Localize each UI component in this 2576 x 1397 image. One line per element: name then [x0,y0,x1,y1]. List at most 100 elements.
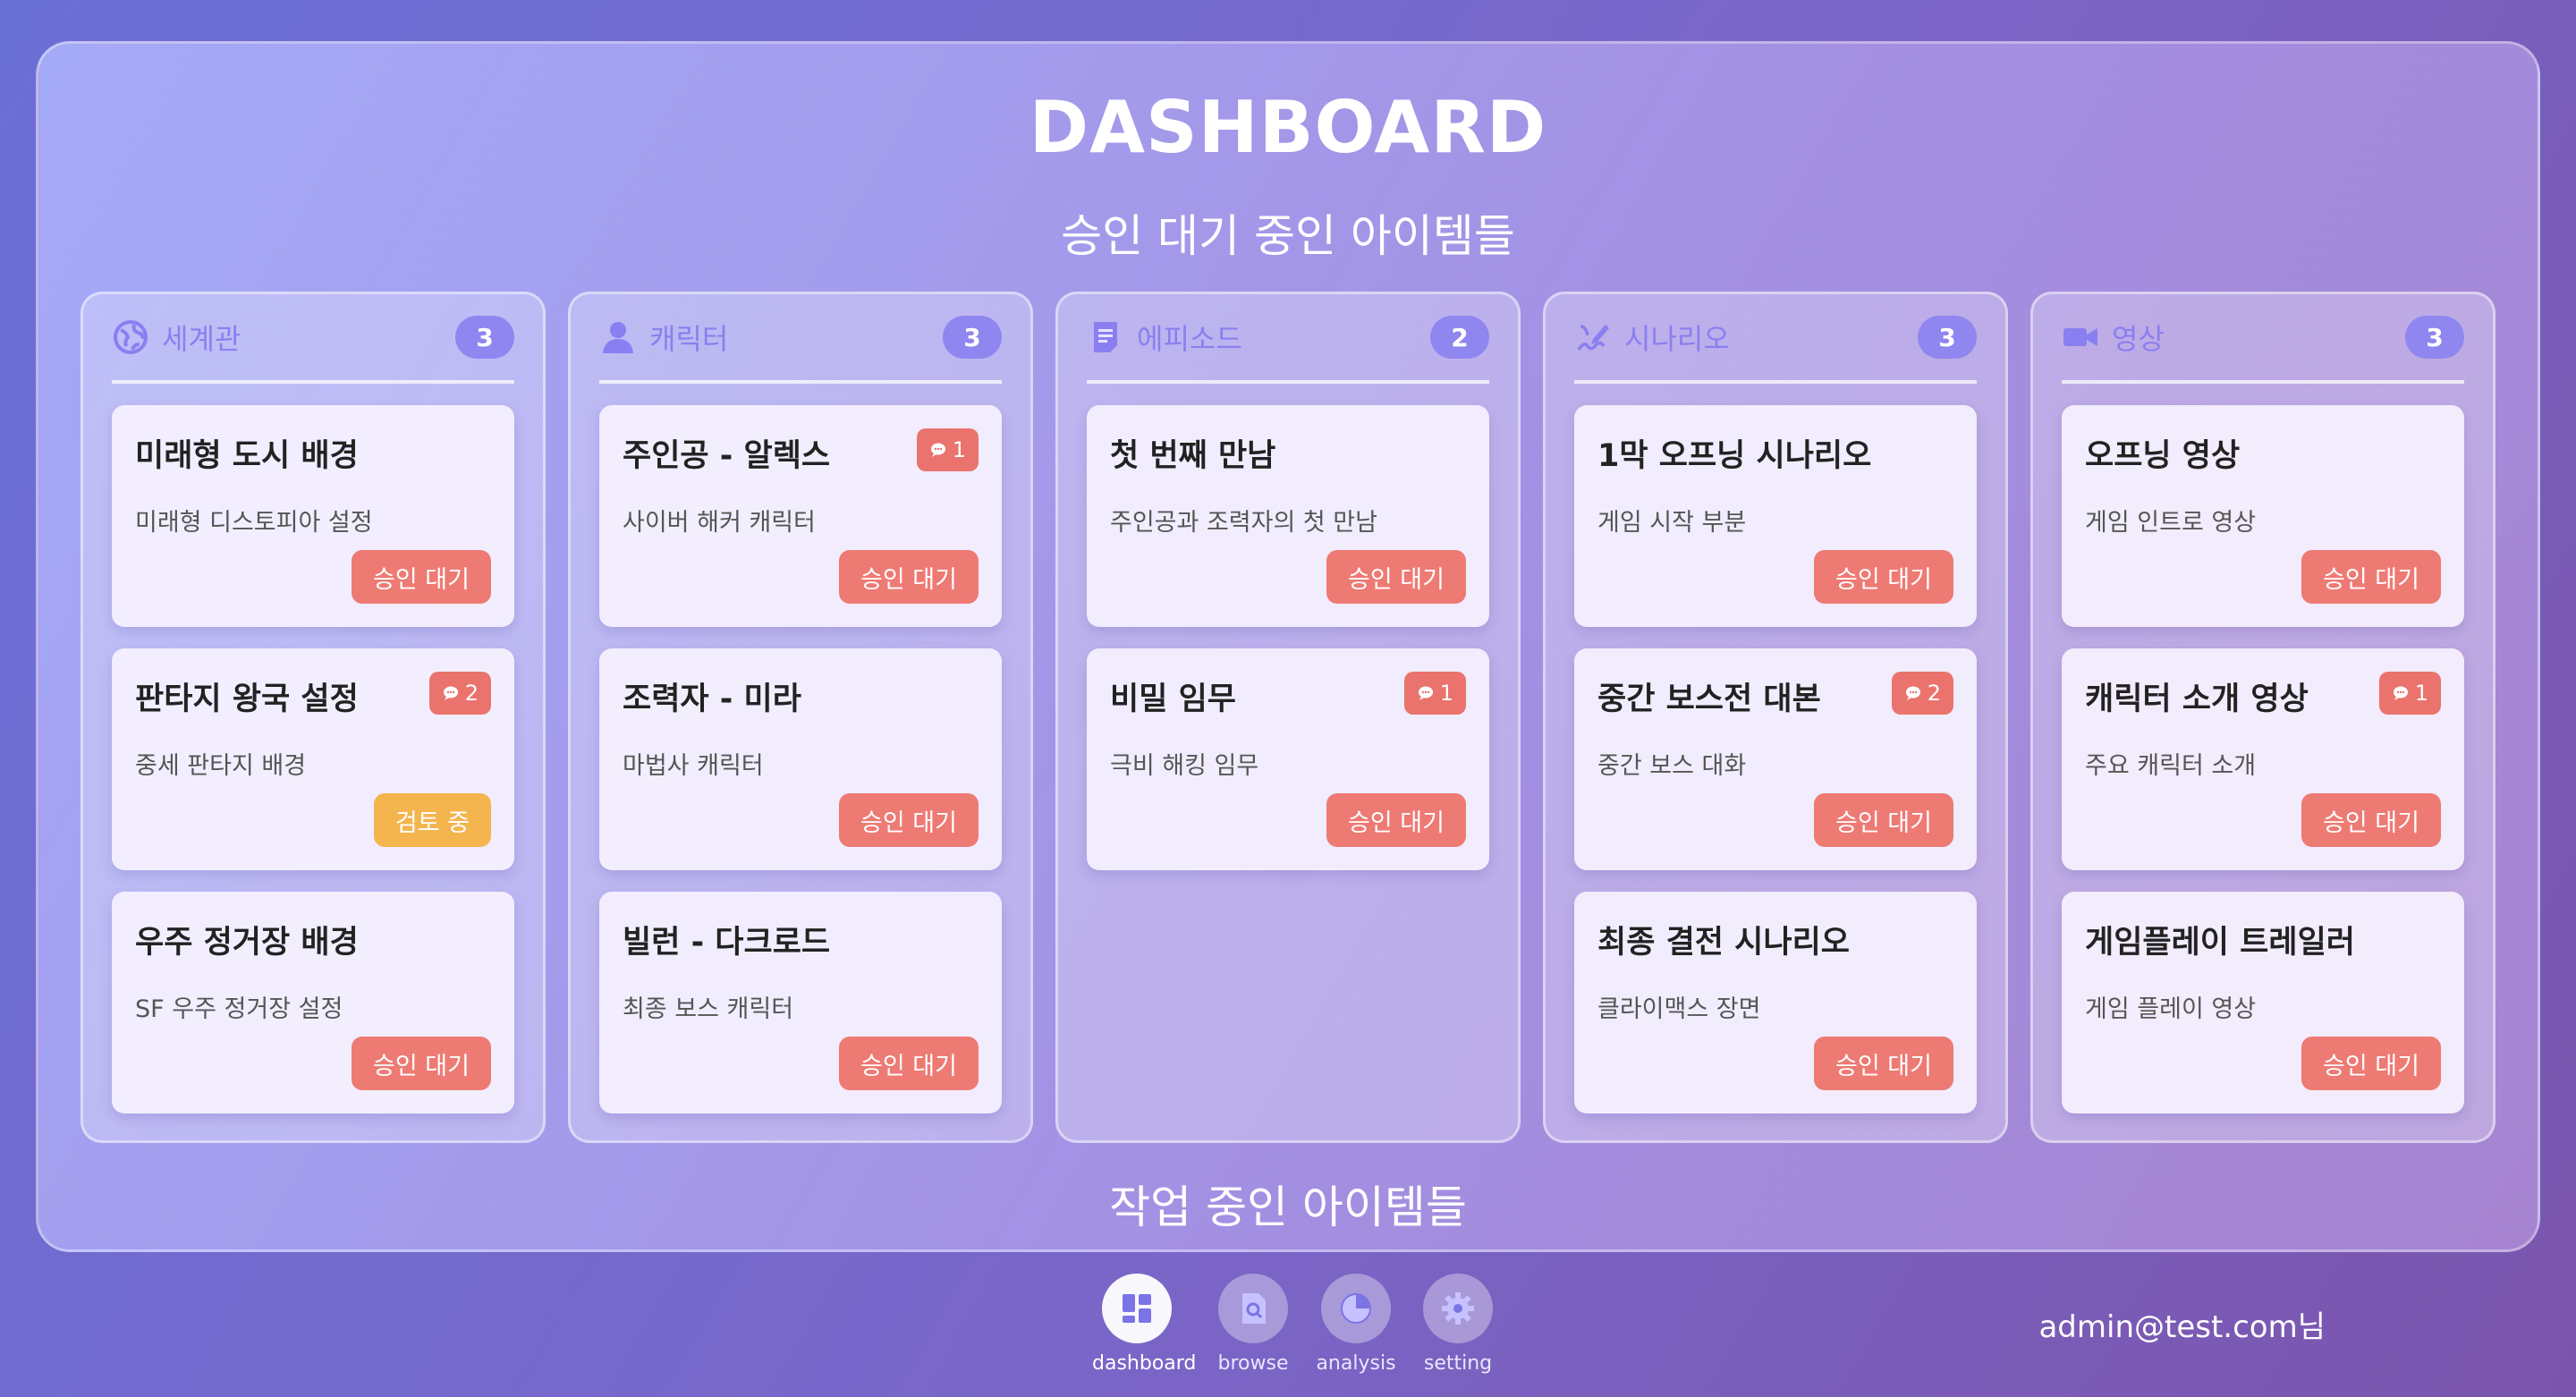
card-description: 주요 캐릭터 소개 [2085,752,2257,780]
status-badge[interactable]: 승인 대기 [352,1037,491,1090]
column-header: 캐릭터 3 [599,294,1002,384]
column-title: 세계관 [162,322,242,356]
card-description: 중세 판타지 배경 [135,752,307,780]
status-badge[interactable]: 승인 대기 [1326,793,1466,847]
nav-label: analysis [1316,1352,1396,1375]
card-title: 빌런 - 다크로드 [623,925,831,961]
card-description: 게임 인트로 영상 [2085,509,2257,537]
status-badge[interactable]: 승인 대기 [2301,793,2441,847]
column-count-badge: 3 [943,316,1002,359]
card-title: 1막 오프닝 시나리오 [1597,438,1872,474]
chat-icon [930,443,945,457]
nav-setting[interactable]: setting [1413,1274,1503,1375]
comment-count-badge[interactable]: 2 [428,672,491,715]
item-card[interactable]: 우주 정거장 배경 SF 우주 정거장 설정 승인 대기 [112,892,514,1113]
card-title: 조력자 - 미라 [623,682,801,717]
column-video: 영상 3 오프닝 영상 게임 인트로 영상 승인 대기 캐릭터 소개 영상 1 … [2030,292,2496,1143]
card-description: 클라이맥스 장면 [1597,995,1761,1023]
item-card[interactable]: 미래형 도시 배경 미래형 디스토피아 설정 승인 대기 [112,405,514,627]
card-description: 미래형 디스토피아 설정 [135,509,373,537]
item-card[interactable]: 게임플레이 트레일러 게임 플레이 영상 승인 대기 [2062,892,2464,1113]
card-description: 게임 플레이 영상 [2085,995,2257,1023]
page-title: DASHBOARD [1029,86,1547,169]
item-card[interactable]: 주인공 - 알렉스 1 사이버 해커 캐릭터 승인 대기 [599,405,1002,627]
item-card[interactable]: 판타지 왕국 설정 2 중세 판타지 배경 검토 중 [112,648,514,870]
column-title: 영상 [2112,322,2165,356]
chat-icon [1905,686,1920,700]
person-icon [599,318,637,356]
column-episode: 에피소드 2 첫 번째 만남 주인공과 조력자의 첫 만남 승인 대기 비밀 임… [1055,292,1521,1143]
item-card[interactable]: 빌런 - 다크로드 최종 보스 캐릭터 승인 대기 [599,892,1002,1113]
card-title: 오프닝 영상 [2085,438,2241,474]
globe-icon [112,318,149,356]
column-scenario: 시나리오 3 1막 오프닝 시나리오 게임 시작 부분 승인 대기 중간 보스전… [1543,292,2008,1143]
status-badge[interactable]: 승인 대기 [352,550,491,604]
card-title: 최종 결전 시나리오 [1597,925,1850,961]
card-title: 첫 번째 만남 [1110,438,1276,474]
comment-count-badge[interactable]: 1 [1403,672,1466,715]
nav-label: dashboard [1092,1352,1197,1375]
nav-label: browse [1217,1352,1289,1375]
chat-icon [1418,686,1433,700]
video-camera-icon [2062,318,2099,356]
status-badge[interactable]: 승인 대기 [1326,550,1466,604]
column-worldview: 세계관 3 미래형 도시 배경 미래형 디스토피아 설정 승인 대기 판타지 왕… [80,292,546,1143]
status-badge[interactable]: 승인 대기 [2301,550,2441,604]
column-count-badge: 3 [455,316,514,359]
card-description: 게임 시작 부분 [1597,509,1747,537]
card-title: 우주 정거장 배경 [135,925,359,961]
status-badge[interactable]: 승인 대기 [2301,1037,2441,1090]
column-title: 시나리오 [1624,322,1730,356]
item-card[interactable]: 최종 결전 시나리오 클라이맥스 장면 승인 대기 [1574,892,1977,1113]
chat-icon [2393,686,2408,700]
column-header: 세계관 3 [112,294,514,384]
user-label[interactable]: admin@test.com님 [2038,1302,2326,1346]
nav-browse[interactable]: browse [1208,1274,1298,1375]
status-badge[interactable]: 승인 대기 [839,793,979,847]
comment-count-badge[interactable]: 1 [2378,672,2441,715]
card-description: SF 우주 정거장 설정 [135,995,343,1023]
column-header: 영상 3 [2062,294,2464,384]
comment-count-badge[interactable]: 1 [916,428,979,471]
comment-count: 2 [464,681,479,706]
pie-chart-icon[interactable] [1321,1274,1391,1343]
working-section-title: 작업 중인 아이템들 [1109,1181,1467,1233]
dashboard-icon[interactable] [1102,1274,1172,1343]
item-card[interactable]: 캐릭터 소개 영상 1 주요 캐릭터 소개 승인 대기 [2062,648,2464,870]
card-title: 게임플레이 트레일러 [2085,925,2355,961]
card-description: 최종 보스 캐릭터 [623,995,794,1023]
status-badge[interactable]: 승인 대기 [839,550,979,604]
document-icon [1087,318,1124,356]
column-title: 캐릭터 [649,322,729,356]
item-card[interactable]: 첫 번째 만남 주인공과 조력자의 첫 만남 승인 대기 [1087,405,1489,627]
chat-icon [443,686,458,700]
comment-count: 1 [952,437,966,462]
card-description: 극비 해킹 임무 [1110,752,1259,780]
browse-icon[interactable] [1218,1274,1288,1343]
pending-section-title: 승인 대기 중인 아이템들 [1061,210,1515,262]
item-card[interactable]: 조력자 - 미라 마법사 캐릭터 승인 대기 [599,648,1002,870]
nav-analysis[interactable]: analysis [1311,1274,1401,1375]
nav-dashboard[interactable]: dashboard [1092,1274,1197,1375]
status-badge[interactable]: 승인 대기 [1814,1037,1953,1090]
item-card[interactable]: 중간 보스전 대본 2 중간 보스 대화 승인 대기 [1574,648,1977,870]
comment-count-badge[interactable]: 2 [1891,672,1953,715]
comment-count: 1 [1439,681,1453,706]
card-description: 마법사 캐릭터 [623,752,764,780]
item-card[interactable]: 오프닝 영상 게임 인트로 영상 승인 대기 [2062,405,2464,627]
signature-icon [1574,318,1612,356]
status-badge[interactable]: 검토 중 [373,793,491,847]
comment-count: 1 [2414,681,2428,706]
status-badge[interactable]: 승인 대기 [1814,550,1953,604]
status-badge[interactable]: 승인 대기 [839,1037,979,1090]
column-header: 시나리오 3 [1574,294,1977,384]
status-badge[interactable]: 승인 대기 [1814,793,1953,847]
item-card[interactable]: 비밀 임무 1 극비 해킹 임무 승인 대기 [1087,648,1489,870]
column-count-badge: 3 [2405,316,2464,359]
comment-count: 2 [1927,681,1941,706]
column-count-badge: 3 [1918,316,1977,359]
item-card[interactable]: 1막 오프닝 시나리오 게임 시작 부분 승인 대기 [1574,405,1977,627]
gear-icon[interactable] [1423,1274,1493,1343]
column-title: 에피소드 [1137,322,1242,356]
nav-label: setting [1423,1352,1493,1375]
